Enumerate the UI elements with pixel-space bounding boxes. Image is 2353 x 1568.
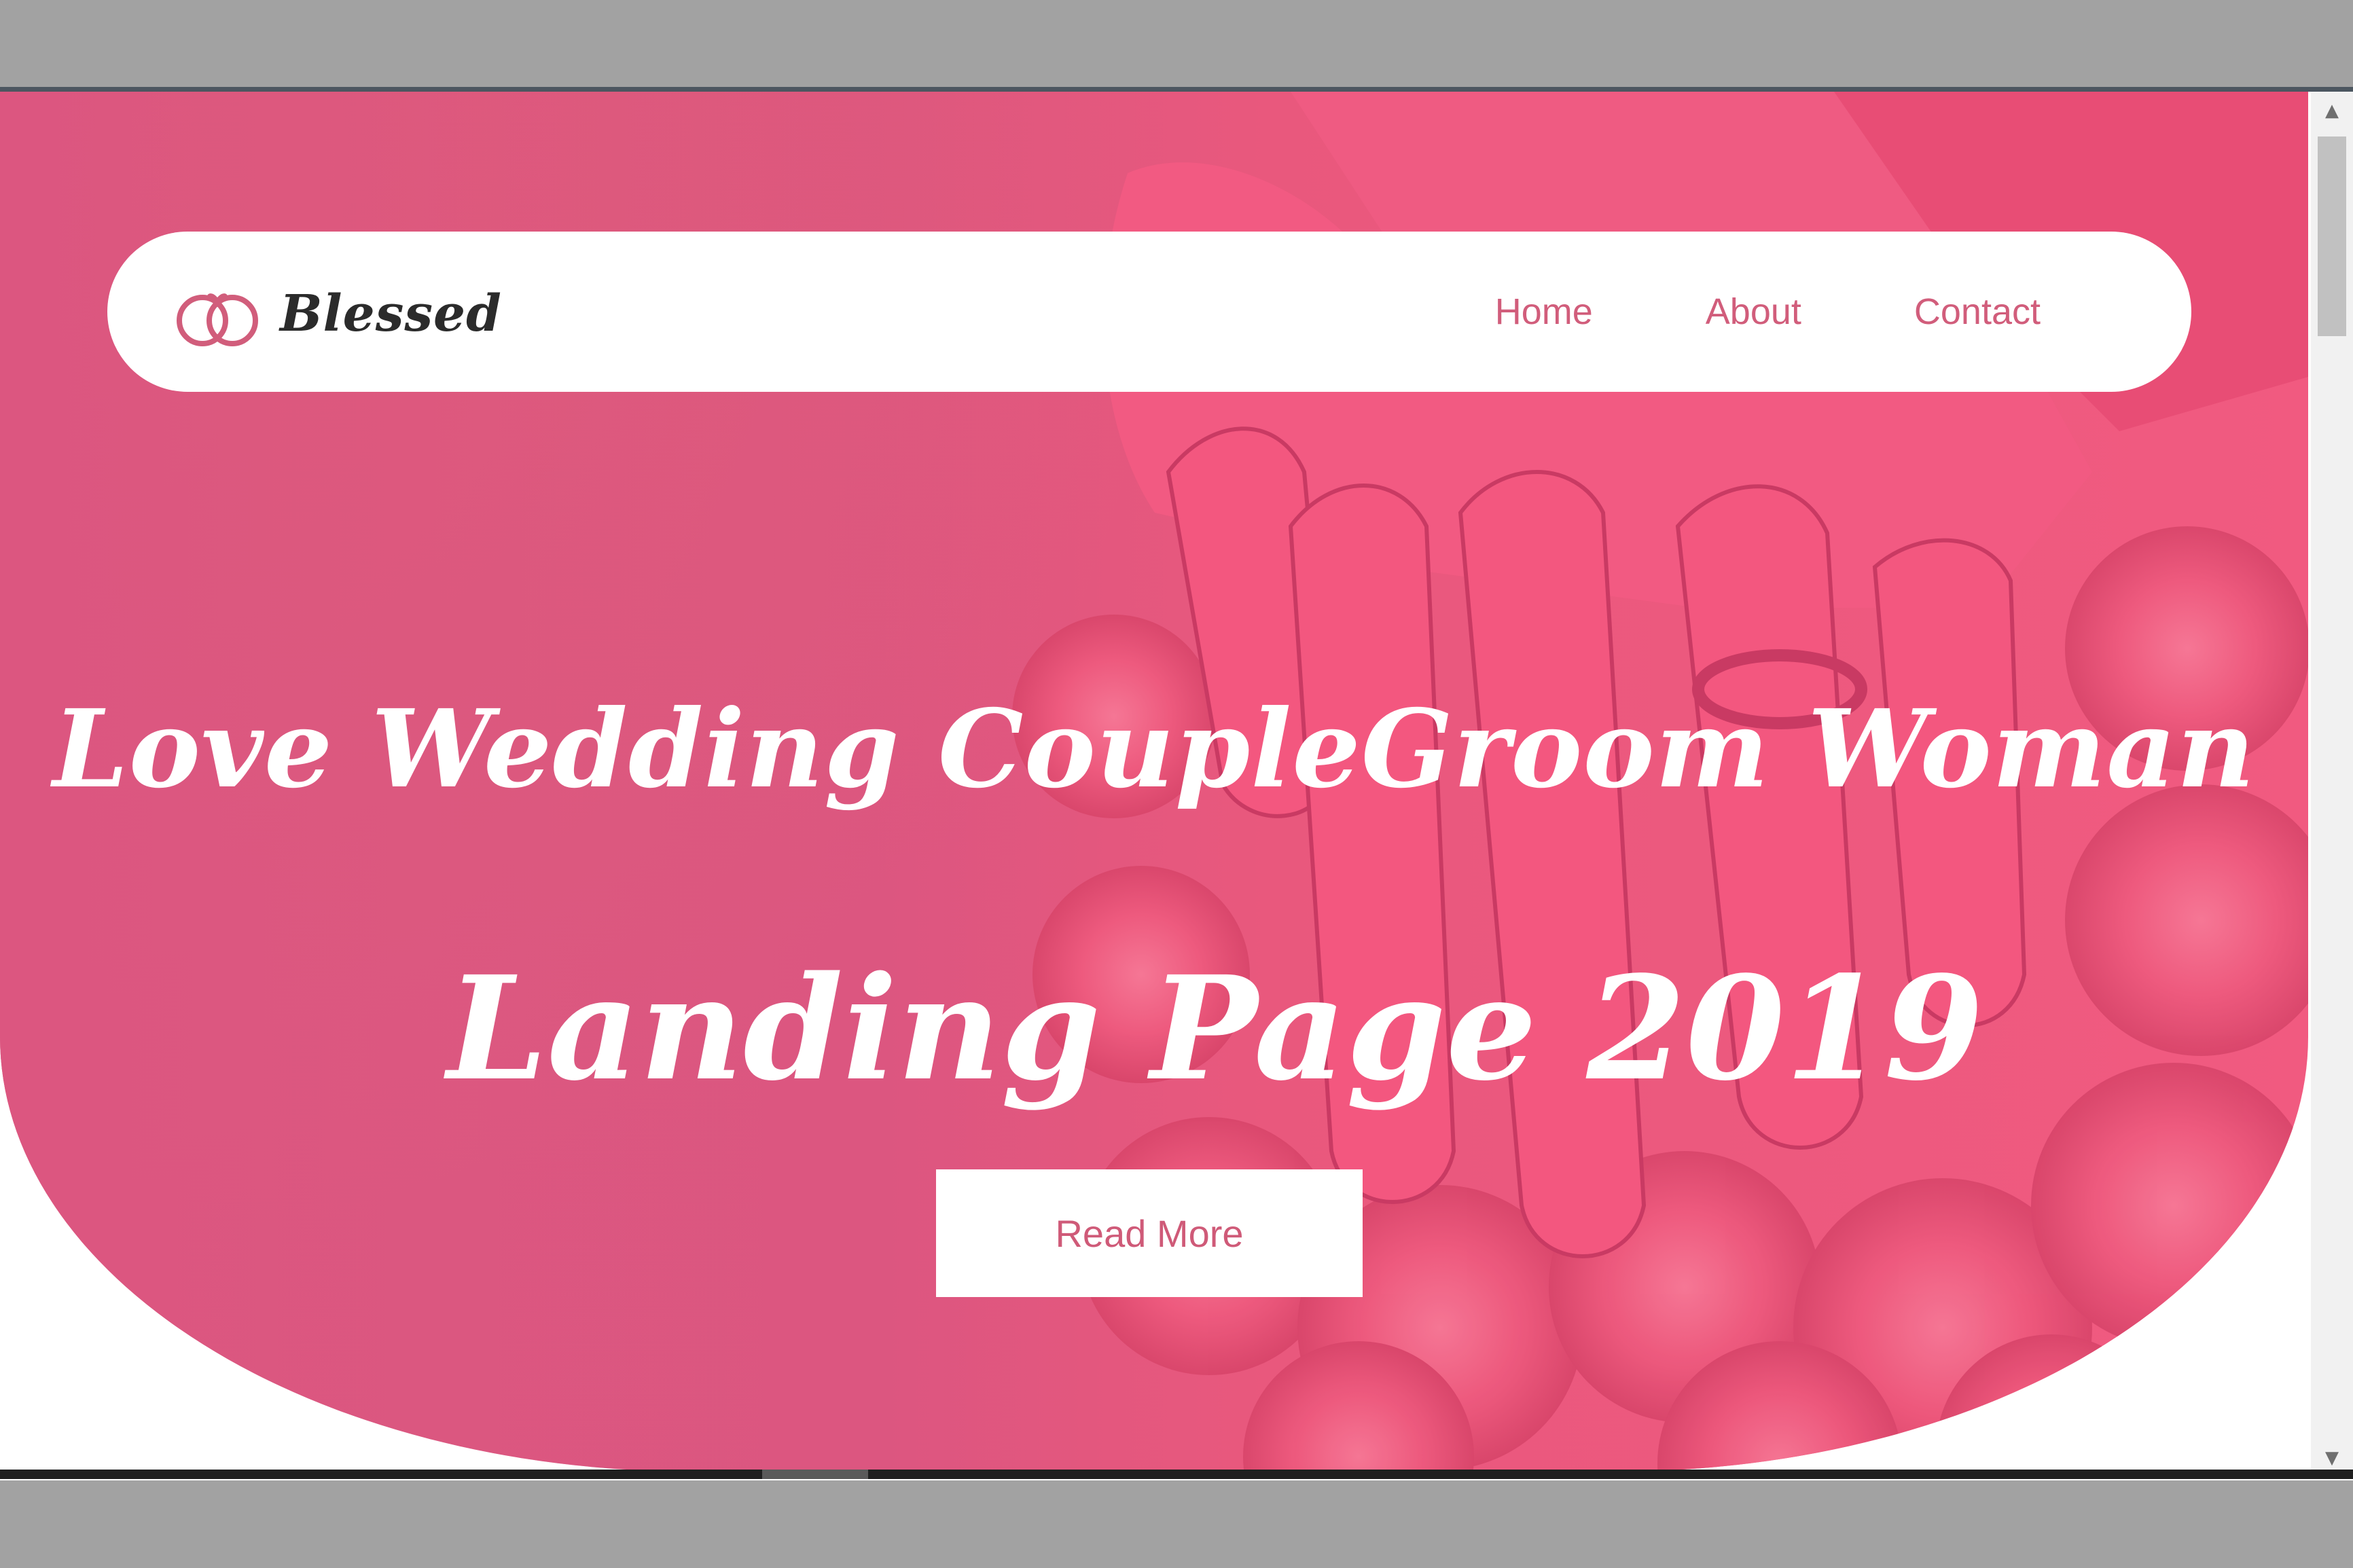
browser-viewport: Blessed Home About Contact Love Wedding … <box>0 87 2353 1480</box>
wedding-rings-icon <box>173 278 262 349</box>
hero-section: Blessed Home About Contact Love Wedding … <box>0 92 2308 1472</box>
hero-headline-line1: Love Wedding CoupleGroom Woman <box>52 686 2256 812</box>
nav-home-link[interactable]: Home <box>1495 291 1593 333</box>
main-navigation: Home About Contact <box>1495 232 2041 392</box>
horizontal-scrollbar-thumb[interactable] <box>762 1470 868 1479</box>
hero-headline-line2: Landing Page 2019 <box>446 945 1983 1113</box>
brand-logo[interactable]: Blessed <box>173 276 502 351</box>
scroll-up-arrow-icon[interactable]: ▲ <box>2311 92 2353 130</box>
top-navbar: Blessed Home About Contact <box>107 232 2191 392</box>
nav-about-link[interactable]: About <box>1706 291 1801 333</box>
vertical-scrollbar[interactable]: ▲ ▼ <box>2311 92 2353 1477</box>
horizontal-scrollbar[interactable] <box>0 1470 2353 1479</box>
nav-contact-link[interactable]: Contact <box>1914 291 2041 333</box>
brand-name: Blessed <box>280 285 502 343</box>
scrollbar-thumb[interactable] <box>2318 136 2346 336</box>
read-more-button[interactable]: Read More <box>936 1169 1363 1297</box>
